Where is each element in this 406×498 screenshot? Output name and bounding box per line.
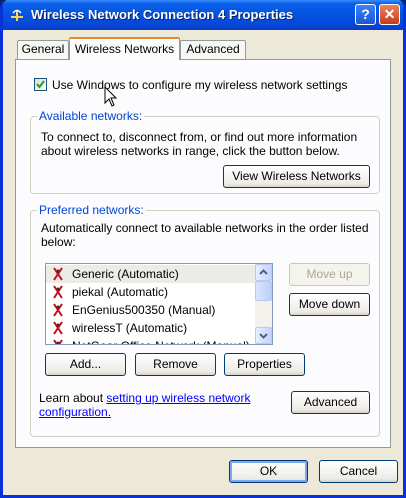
- wireless-network-icon: [52, 267, 64, 281]
- available-networks-group: Available networks: To connect to, disco…: [30, 109, 380, 194]
- tab-label: Wireless Networks: [74, 42, 175, 56]
- scroll-thumb[interactable]: [255, 281, 272, 301]
- advanced-button[interactable]: Advanced: [291, 391, 370, 414]
- wireless-network-icon: [52, 285, 64, 299]
- preferred-description-line2: below:: [41, 235, 76, 249]
- learn-prefix: Learn about: [39, 391, 107, 405]
- list-item[interactable]: Generic (Automatic): [46, 265, 256, 283]
- tab-wireless-networks[interactable]: Wireless Networks: [69, 37, 180, 60]
- learn-about-text: Learn about setting up wireless network: [39, 391, 250, 405]
- setup-wireless-link-continued[interactable]: configuration.: [39, 405, 111, 419]
- view-wireless-networks-button[interactable]: View Wireless Networks: [223, 165, 370, 188]
- configure-windows-checkbox[interactable]: [34, 78, 47, 91]
- wireless-network-icon: [52, 321, 64, 335]
- network-label: Generic (Automatic): [72, 267, 179, 281]
- list-scrollbar[interactable]: [255, 264, 272, 344]
- tab-panel: Use Windows to configure my wireless net…: [15, 59, 391, 448]
- window-title: Wireless Network Connection 4 Properties: [31, 7, 294, 22]
- list-item[interactable]: NetGear Office Network (Manual): [46, 337, 256, 344]
- list-item[interactable]: EnGenius500350 (Manual): [46, 301, 256, 319]
- tab-general[interactable]: General: [17, 40, 69, 59]
- list-item[interactable]: wirelessT (Automatic): [46, 319, 256, 337]
- close-button[interactable]: ✕: [379, 4, 400, 25]
- tab-label: Advanced: [186, 42, 240, 56]
- move-up-button[interactable]: Move up: [289, 263, 370, 286]
- preferred-networks-title: Preferred networks:: [37, 203, 146, 217]
- available-description-line2: about wireless networks in range, click …: [41, 144, 340, 158]
- close-icon: ✕: [383, 6, 396, 22]
- help-button[interactable]: ?: [355, 4, 376, 25]
- properties-button[interactable]: Properties: [224, 353, 305, 376]
- preferred-description-line1: Automatically connect to available netwo…: [41, 221, 369, 235]
- mouse-pointer-icon: [104, 85, 118, 111]
- add-network-button[interactable]: Add...: [45, 353, 126, 376]
- title-bar[interactable]: Wireless Network Connection 4 Properties…: [3, 0, 403, 30]
- network-label: NetGear Office Network (Manual): [72, 337, 250, 344]
- network-connection-icon: [9, 7, 25, 23]
- wireless-network-icon: [52, 303, 64, 317]
- remove-network-button[interactable]: Remove: [135, 353, 216, 376]
- properties-dialog: Wireless Network Connection 4 Properties…: [0, 0, 406, 498]
- scroll-up-button[interactable]: [255, 264, 272, 281]
- network-label: EnGenius500350 (Manual): [72, 303, 216, 317]
- configure-windows-label: Use Windows to configure my wireless net…: [52, 78, 348, 92]
- available-description-line1: To connect to, disconnect from, or find …: [41, 130, 358, 144]
- network-label: piekal (Automatic): [72, 285, 169, 299]
- wireless-network-icon: [52, 339, 64, 344]
- tab-advanced[interactable]: Advanced: [180, 40, 246, 59]
- network-label: wirelessT (Automatic): [72, 321, 188, 335]
- ok-button[interactable]: OK: [229, 460, 308, 483]
- preferred-networks-group: Preferred networks: Automatically connec…: [30, 203, 380, 437]
- tab-label: General: [21, 42, 65, 56]
- help-icon: ?: [361, 6, 370, 22]
- learn-link-line2: configuration.: [39, 405, 111, 419]
- move-down-button[interactable]: Move down: [289, 293, 370, 316]
- setup-wireless-link[interactable]: setting up wireless network: [106, 391, 250, 405]
- cancel-button[interactable]: Cancel: [319, 460, 398, 483]
- scroll-down-button[interactable]: [255, 327, 272, 344]
- available-networks-title: Available networks:: [37, 109, 145, 123]
- chevron-up-icon: [259, 269, 268, 275]
- list-item[interactable]: piekal (Automatic): [46, 283, 256, 301]
- chevron-down-icon: [259, 333, 268, 339]
- checkmark-icon: [36, 80, 45, 89]
- preferred-networks-list[interactable]: Generic (Automatic) piekal (Automatic) E…: [45, 263, 273, 345]
